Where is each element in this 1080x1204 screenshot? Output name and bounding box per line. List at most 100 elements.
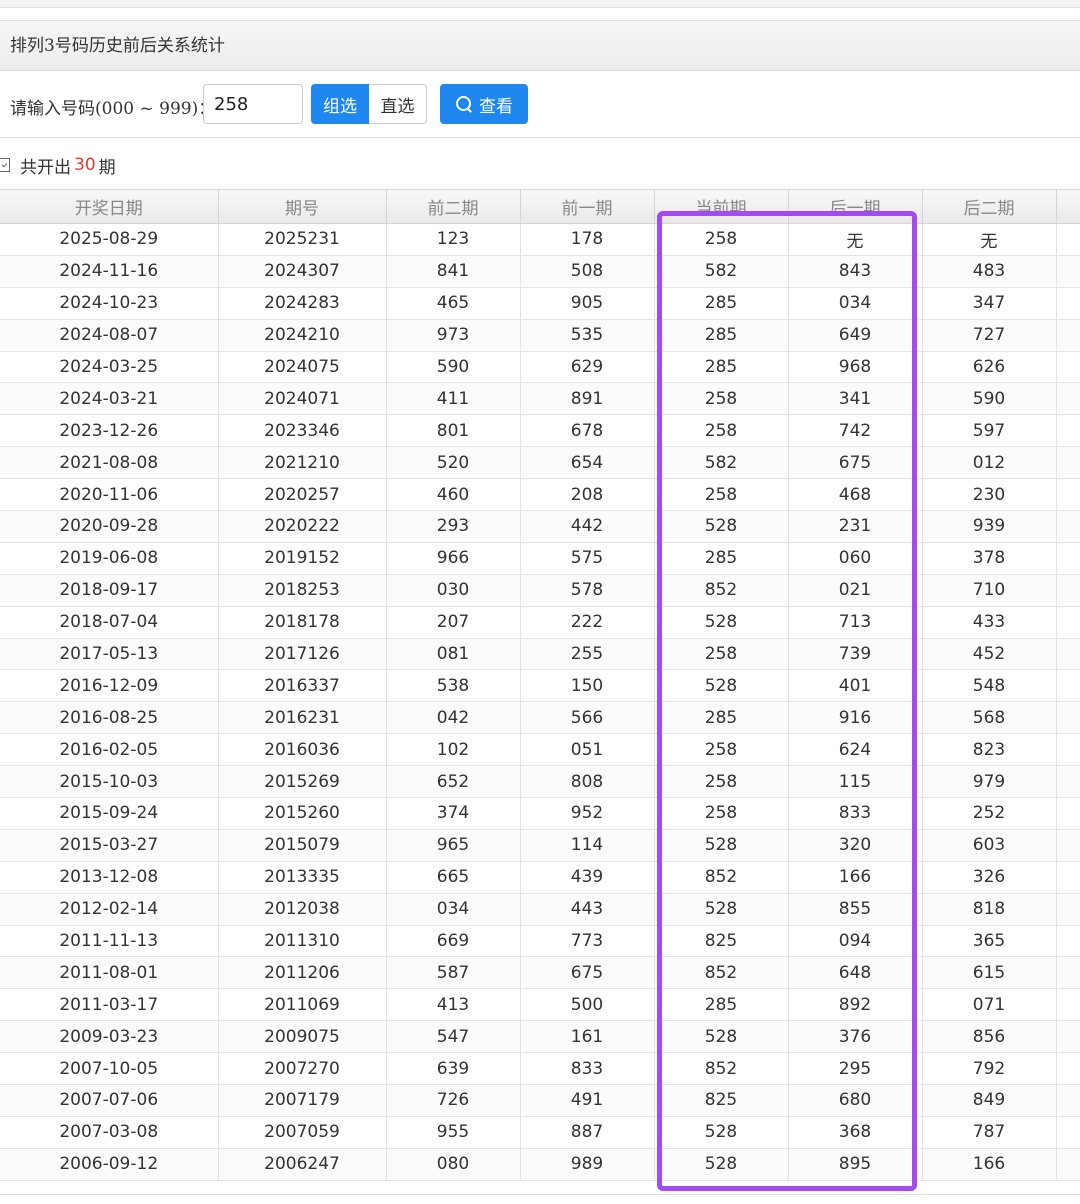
cell-next-one: 675: [787, 446, 923, 480]
header-next-two[interactable]: 后二期: [921, 189, 1057, 224]
cell-issue-number: 2011310: [217, 924, 387, 958]
search-icon: [455, 95, 473, 113]
select-mode-group: 组选 直选: [311, 84, 427, 124]
cell-current: 852: [653, 1052, 789, 1086]
cell-next-two: 071: [921, 988, 1057, 1022]
table-row: 2009-03-23 2009075 547 161 528 376 856: [0, 1020, 1080, 1054]
cell-extra: [1055, 541, 1080, 575]
cell-extra: [1055, 414, 1080, 448]
panel-title: 排列3号码历史前后关系统计: [0, 21, 1080, 71]
cell-prev-one: 575: [519, 541, 655, 575]
cell-next-one: 916: [787, 701, 923, 735]
cell-next-two: 792: [921, 1052, 1057, 1086]
cell-current: 582: [653, 254, 789, 288]
cell-next-two: 347: [921, 286, 1057, 320]
cell-current: 852: [653, 860, 789, 894]
cell-next-two: 230: [921, 478, 1057, 512]
cell-issue-number: 2017126: [217, 637, 387, 671]
cell-next-one: 742: [787, 414, 923, 448]
cell-next-one: 034: [787, 286, 923, 320]
cell-draw-date: 2016-12-09: [0, 669, 219, 703]
cell-prev-one: 578: [519, 573, 655, 607]
header-prev-two[interactable]: 前二期: [385, 189, 521, 224]
history-table-container: 开奖日期 期号 前二期 前一期 当前期 后一期 后二期 2025-08-29 20…: [0, 189, 1080, 1181]
number-input[interactable]: [203, 84, 303, 124]
table-row: 2012-02-14 2012038 034 443 528 855 818: [0, 892, 1080, 926]
cell-current: 825: [653, 1084, 789, 1117]
cell-draw-date: 2011-11-13: [0, 924, 219, 958]
cell-next-two: 326: [921, 860, 1057, 894]
cell-next-one: 833: [787, 797, 923, 830]
cell-current: 528: [653, 892, 789, 926]
cell-issue-number: 2025231: [217, 223, 387, 256]
cell-next-one: 320: [787, 828, 923, 862]
cell-extra: [1055, 797, 1080, 830]
header-next-one[interactable]: 后一期: [787, 189, 923, 224]
cell-prev-one: 905: [519, 286, 655, 320]
cell-draw-date: 2016-08-25: [0, 701, 219, 735]
cell-next-one: 094: [787, 924, 923, 958]
header-issue-number[interactable]: 期号: [217, 189, 387, 224]
cell-draw-date: 2017-05-13: [0, 637, 219, 671]
cell-prev-one: 833: [519, 1052, 655, 1086]
cell-prev-two: 669: [385, 924, 521, 958]
table-row: 2015-09-24 2015260 374 952 258 833 252: [0, 797, 1080, 830]
cell-draw-date: 2012-02-14: [0, 892, 219, 926]
result-count: 30: [74, 155, 96, 175]
result-summary: 共开出 30 期: [0, 152, 116, 178]
cell-prev-two: 965: [385, 828, 521, 862]
table-row: 2015-03-27 2015079 965 114 528 320 603: [0, 828, 1080, 862]
summary-suffix: 期: [98, 157, 116, 178]
cell-draw-date: 2024-08-07: [0, 318, 219, 352]
direct-select-button[interactable]: 直选: [369, 84, 427, 124]
cell-draw-date: 2019-06-08: [0, 541, 219, 575]
cell-issue-number: 2012038: [217, 892, 387, 926]
cell-prev-one: 443: [519, 892, 655, 926]
cell-next-one: 855: [787, 892, 923, 926]
cell-next-one: 166: [787, 860, 923, 894]
cell-draw-date: 2018-09-17: [0, 573, 219, 607]
table-row: 2016-02-05 2016036 102 051 258 624 823: [0, 733, 1080, 767]
cell-next-one: 376: [787, 1020, 923, 1054]
cell-extra: [1055, 446, 1080, 480]
cell-issue-number: 2024283: [217, 286, 387, 320]
cell-draw-date: 2015-10-03: [0, 765, 219, 799]
cell-next-two: 597: [921, 414, 1057, 448]
table-row: 2007-07-06 2007179 726 491 825 680 849: [0, 1084, 1080, 1117]
cell-prev-two: 973: [385, 318, 521, 352]
cell-next-one: 843: [787, 254, 923, 288]
cell-next-two: 166: [921, 1147, 1057, 1181]
cell-draw-date: 2009-03-23: [0, 1020, 219, 1054]
view-button[interactable]: 查看: [440, 84, 528, 124]
header-prev-one[interactable]: 前一期: [519, 189, 655, 224]
cell-next-one: 739: [787, 637, 923, 671]
cell-next-one: 368: [787, 1115, 923, 1149]
cell-next-two: 626: [921, 350, 1057, 384]
cell-prev-two: 293: [385, 510, 521, 543]
cell-current: 285: [653, 541, 789, 575]
table-row: 2024-11-16 2024307 841 508 582 843 483: [0, 254, 1080, 288]
cell-current: 528: [653, 605, 789, 639]
header-current[interactable]: 当前期: [653, 189, 789, 224]
table-row: 2025-08-29 2025231 123 178 258 无无: [0, 223, 1080, 256]
cell-prev-two: 081: [385, 637, 521, 671]
table-row: 2024-03-25 2024075 590 629 285 968 626: [0, 350, 1080, 384]
cell-next-two: 856: [921, 1020, 1057, 1054]
cell-prev-one: 508: [519, 254, 655, 288]
group-select-button[interactable]: 组选: [311, 84, 369, 124]
cell-next-two: 710: [921, 573, 1057, 607]
cell-next-one: 648: [787, 956, 923, 990]
cell-prev-one: 675: [519, 956, 655, 990]
table-row: 2020-11-06 2020257 460 208 258 468 230: [0, 478, 1080, 512]
cell-prev-two: 042: [385, 701, 521, 735]
cell-extra: [1055, 828, 1080, 862]
table-row: 2007-10-05 2007270 639 833 852 295 792: [0, 1052, 1080, 1086]
header-draw-date[interactable]: 开奖日期: [0, 189, 219, 224]
top-strip: [0, 0, 1080, 8]
cell-extra: [1055, 382, 1080, 416]
cell-prev-one: 178: [519, 223, 655, 256]
cell-issue-number: 2015079: [217, 828, 387, 862]
view-button-label: 查看: [479, 96, 513, 117]
cell-draw-date: 2018-07-04: [0, 605, 219, 639]
cell-next-two: 823: [921, 733, 1057, 767]
